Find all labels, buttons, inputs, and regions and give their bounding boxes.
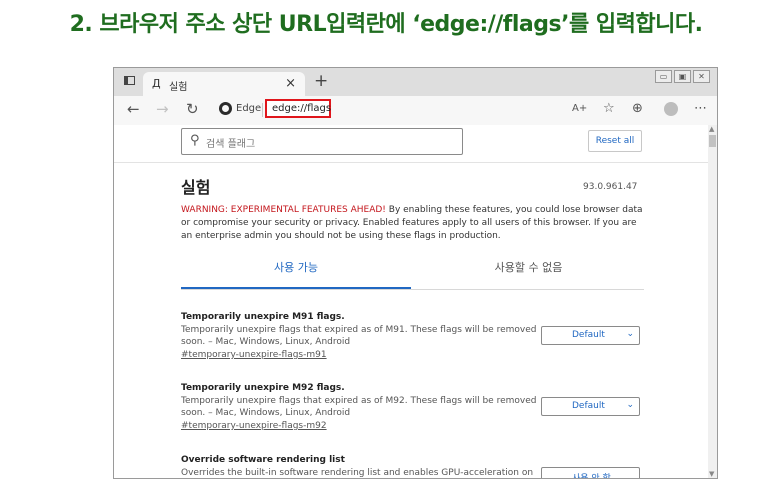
flag-select-value: 사용 안 함 (572, 474, 611, 479)
warning-heading: WARNING: EXPERIMENTAL FEATURES AHEAD! (181, 205, 386, 215)
address-bar: ← → ↻ Edge edge://flags A+ ☆ ⊕ ⋯ (114, 96, 717, 126)
tab-unavailable[interactable]: 사용할 수 없음 (413, 249, 644, 289)
search-icon: ⚲ (190, 133, 200, 148)
tab-available[interactable]: 사용 가능 (181, 249, 411, 289)
flag-item: Temporarily unexpire M91 flags. Temporar… (181, 312, 644, 362)
flag-item: Temporarily unexpire M92 flags. Temporar… (181, 383, 644, 433)
flags-page: ⚲ 검색 플래그 Reset all 실험 93.0.961.47 WARNIN… (114, 125, 708, 479)
read-aloud-icon[interactable]: A+ (572, 103, 587, 114)
close-window-button[interactable]: ✕ (693, 70, 710, 83)
flag-tabs: 사용 가능 사용할 수 없음 (181, 249, 644, 290)
tab-bar: Д 실험 × + ▭ ▣ ✕ (114, 68, 717, 96)
chevron-down-icon: ⌄ (626, 400, 634, 410)
flag-select-value: Default (572, 401, 605, 411)
search-placeholder: 검색 플래그 (206, 139, 256, 150)
flag-item: Override software rendering list Overrid… (181, 455, 644, 479)
profile-icon[interactable] (664, 102, 678, 116)
flag-title: Temporarily unexpire M91 flags. (181, 312, 345, 322)
flag-description: Temporarily unexpire flags that expired … (181, 396, 537, 418)
flag-description: Overrides the built-in software renderin… (181, 468, 534, 478)
forward-button[interactable]: → (156, 100, 169, 118)
edge-logo-icon (219, 102, 232, 115)
favorites-icon[interactable]: ☆ (603, 101, 615, 116)
flag-select[interactable]: Default ⌄ (541, 326, 640, 345)
site-label: Edge (236, 103, 262, 114)
warning-text: WARNING: EXPERIMENTAL FEATURES AHEAD! By… (181, 204, 644, 243)
scrollbar[interactable]: ▲ ▼ (708, 125, 717, 478)
flag-title: Override software rendering list (181, 455, 345, 465)
address-separator (262, 103, 263, 117)
tab-flags[interactable]: Д 실험 × (143, 72, 305, 96)
more-icon[interactable]: ⋯ (694, 101, 707, 116)
chevron-down-icon: ⌄ (626, 329, 634, 339)
flag-anchor-link[interactable]: #temporary-unexpire-flags-m92 (181, 421, 327, 431)
instruction-heading: 2. 브라우저 주소 상단 URL입력란에 ‘edge://flags’를 입력… (69, 12, 703, 37)
window-menu-icon[interactable] (124, 76, 135, 85)
collections-icon[interactable]: ⊕ (632, 101, 643, 116)
maximize-button[interactable]: ▣ (674, 70, 691, 83)
flag-select[interactable]: Default ⌄ (541, 397, 640, 416)
scroll-thumb[interactable] (709, 135, 716, 147)
url-text: edge://flags (272, 103, 332, 114)
refresh-button[interactable]: ↻ (186, 100, 199, 118)
flask-icon: Д (152, 77, 161, 90)
scroll-down-icon[interactable]: ▼ (709, 470, 714, 478)
url-input[interactable]: edge://flags (265, 99, 331, 118)
browser-window: Д 실험 × + ▭ ▣ ✕ ← → ↻ Edge edge://flags A… (113, 67, 718, 479)
search-header: ⚲ 검색 플래그 Reset all (114, 125, 708, 163)
tab-title: 실험 (169, 82, 188, 93)
close-tab-icon[interactable]: × (285, 76, 296, 91)
back-button[interactable]: ← (127, 100, 140, 118)
flag-select-value: Default (572, 330, 605, 340)
version-label: 93.0.961.47 (583, 182, 638, 192)
flag-title: Temporarily unexpire M92 flags. (181, 383, 345, 393)
reset-all-button[interactable]: Reset all (588, 130, 642, 152)
scroll-up-icon[interactable]: ▲ (709, 125, 714, 133)
flag-description: Temporarily unexpire flags that expired … (181, 325, 537, 347)
search-flags-input[interactable]: ⚲ 검색 플래그 (181, 128, 463, 155)
flag-select[interactable]: 사용 안 함 (541, 467, 640, 479)
page-title: 실험 (181, 178, 211, 197)
minimize-button[interactable]: ▭ (655, 70, 672, 83)
flag-anchor-link[interactable]: #temporary-unexpire-flags-m91 (181, 350, 327, 360)
new-tab-button[interactable]: + (314, 71, 328, 91)
